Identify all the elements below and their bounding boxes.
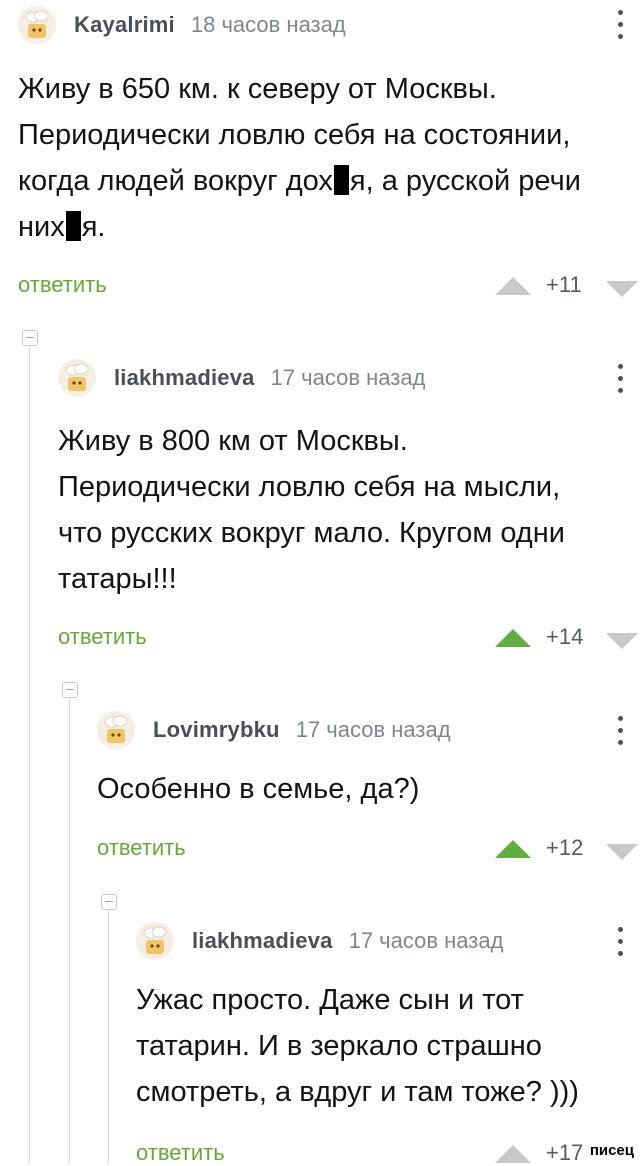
comment-header: liakhmadieva 17 часов назад bbox=[136, 919, 503, 963]
arrow-down-icon[interactable] bbox=[606, 844, 638, 860]
comment-text: Живу в 650 км. к северу от Москвы. Перио… bbox=[18, 73, 581, 243]
timestamp: 17 часов назад bbox=[270, 365, 426, 390]
watermark: писец bbox=[581, 1139, 640, 1163]
comment-header: Lovimrybku 17 часов назад bbox=[97, 708, 451, 752]
thread-line bbox=[29, 346, 30, 1163]
comment-header: Kayalrimi 18 часов назад bbox=[18, 3, 346, 47]
avatar[interactable] bbox=[97, 711, 135, 749]
reply-link[interactable]: ответить bbox=[136, 1140, 225, 1166]
username[interactable]: Kayalrimi bbox=[74, 12, 175, 38]
rating: +11 bbox=[546, 272, 582, 297]
timestamp: 17 часов назад bbox=[295, 717, 451, 742]
chef-hat-avatar-icon bbox=[18, 6, 56, 44]
chef-hat-avatar-icon bbox=[97, 711, 135, 749]
rating: +14 bbox=[546, 624, 584, 649]
collapse-minus-icon[interactable] bbox=[22, 330, 38, 346]
arrow-up-icon[interactable] bbox=[495, 277, 531, 295]
rating: +12 bbox=[546, 835, 584, 860]
chef-hat-avatar-icon bbox=[58, 359, 96, 397]
reply-link[interactable]: ответить bbox=[58, 624, 147, 650]
comment-text: Ужас просто. Даже сын и тот татарин. И в… bbox=[136, 984, 579, 1108]
avatar[interactable] bbox=[58, 359, 96, 397]
thread-line bbox=[69, 698, 70, 1163]
more-vertical-icon[interactable] bbox=[616, 364, 624, 393]
chef-hat-avatar-icon bbox=[136, 922, 174, 960]
reply-link[interactable]: ответить bbox=[18, 272, 107, 298]
comment-text: Живу в 800 км от Москвы. Периодически ло… bbox=[58, 425, 565, 595]
avatar[interactable] bbox=[18, 6, 56, 44]
reply-link[interactable]: ответить bbox=[97, 835, 186, 861]
thread-line bbox=[108, 910, 109, 1163]
username[interactable]: liakhmadieva bbox=[192, 928, 333, 954]
arrow-down-icon[interactable] bbox=[606, 633, 638, 649]
avatar[interactable] bbox=[136, 922, 174, 960]
more-vertical-icon[interactable] bbox=[616, 716, 624, 745]
more-vertical-icon[interactable] bbox=[616, 10, 624, 39]
arrow-up-icon[interactable] bbox=[495, 1145, 531, 1163]
censor-block bbox=[65, 211, 81, 241]
arrow-down-icon[interactable] bbox=[606, 281, 638, 297]
rating: +17 bbox=[546, 1140, 584, 1165]
comment-header: liakhmadieva 17 часов назад bbox=[58, 356, 425, 400]
timestamp: 18 часов назад bbox=[190, 12, 346, 37]
timestamp: 17 часов назад bbox=[348, 928, 504, 953]
username[interactable]: Lovimrybku bbox=[153, 717, 280, 743]
arrow-up-icon[interactable] bbox=[495, 840, 531, 858]
censor-block bbox=[333, 165, 349, 195]
username[interactable]: liakhmadieva bbox=[114, 365, 255, 391]
comment-text: Особенно в семье, да?) bbox=[97, 773, 420, 805]
collapse-minus-icon[interactable] bbox=[101, 894, 117, 910]
arrow-up-icon[interactable] bbox=[495, 629, 531, 647]
more-vertical-icon[interactable] bbox=[616, 927, 624, 956]
collapse-minus-icon[interactable] bbox=[62, 682, 78, 698]
